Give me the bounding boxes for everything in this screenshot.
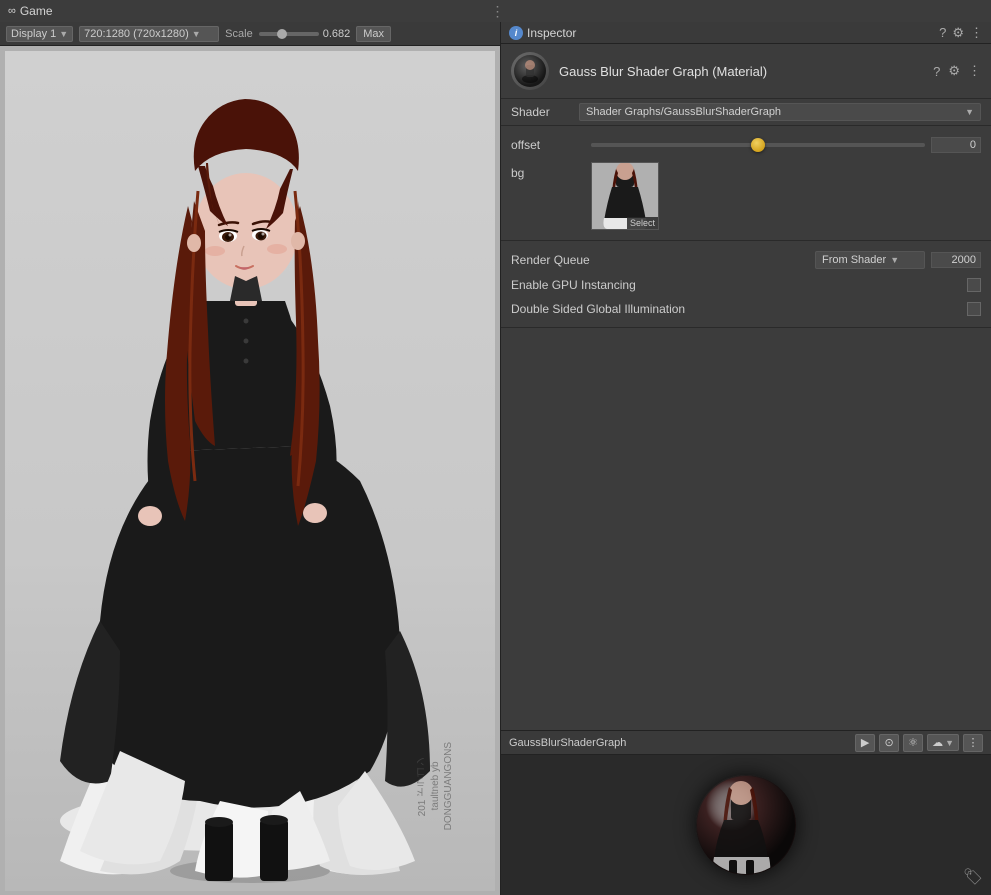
bottom-bar: GaussBlurShaderGraph ▶ ⊙ ⚛ ☁ ▼ ⋮: [501, 730, 991, 895]
double-sided-label: Double Sided Global Illumination: [511, 302, 967, 316]
shader-graph-mode-dropdown[interactable]: ☁ ▼: [927, 734, 959, 751]
inspector-help-button[interactable]: ?: [939, 25, 946, 40]
material-help-button[interactable]: ?: [933, 64, 940, 79]
inspector-spacer: [501, 328, 991, 730]
shader-graph-dropdown-chevron-icon: ▼: [945, 738, 954, 748]
watermark: 201 ドラゴン taultneb yb DONGGUANGONS: [416, 742, 455, 830]
render-queue-mode: From Shader: [822, 254, 886, 266]
shader-graph-play-button[interactable]: ▶: [855, 734, 875, 752]
render-settings: Render Queue From Shader ▼ 2000 Enable G…: [501, 241, 991, 328]
shader-dropdown[interactable]: Shader Graphs/GaussBlurShaderGraph ▼: [579, 103, 981, 121]
texture-select-label: Select: [627, 217, 658, 229]
display-dropdown[interactable]: Display 1 ▼: [6, 26, 73, 42]
render-queue-value-input[interactable]: 2000: [931, 252, 981, 268]
main-layout: Display 1 ▼ 720:1280 (720x1280) ▼ Scale …: [0, 22, 991, 895]
preview-sphere-svg: [696, 775, 796, 875]
game-icon: ∞: [8, 5, 16, 17]
double-sided-checkbox[interactable]: [967, 302, 981, 316]
offset-slider-knob[interactable]: [751, 138, 765, 152]
double-sided-row: Double Sided Global Illumination: [501, 297, 991, 321]
shader-graph-bar: GaussBlurShaderGraph ▶ ⊙ ⚛ ☁ ▼ ⋮: [501, 731, 991, 755]
offset-label: offset: [511, 138, 591, 152]
offset-row: offset 0: [501, 132, 991, 158]
inspector-title-area: i Inspector: [509, 26, 576, 40]
resolution-dropdown[interactable]: 720:1280 (720x1280) ▼: [79, 26, 219, 42]
shader-path-value: Shader Graphs/GaussBlurShaderGraph: [586, 106, 781, 118]
scale-value: 0.682: [323, 28, 351, 40]
material-icon: [511, 52, 549, 90]
display-chevron-icon: ▼: [59, 29, 68, 39]
max-button[interactable]: Max: [356, 26, 391, 42]
gpu-instancing-row: Enable GPU Instancing: [501, 273, 991, 297]
shader-label: Shader: [511, 105, 571, 119]
watermark-line3: DONGGUANGONS: [442, 742, 455, 830]
offset-slider-area: 0: [591, 137, 981, 153]
material-menu-button[interactable]: ⋮: [968, 63, 981, 79]
preview-sphere: [696, 775, 796, 875]
texture-preview[interactable]: Select: [591, 162, 659, 230]
preview-sphere-inner: [696, 775, 796, 875]
shader-graph-controls: ▶ ⊙ ⚛ ☁ ▼ ⋮: [855, 734, 983, 752]
scale-label: Scale: [225, 28, 253, 40]
render-queue-chevron-icon: ▼: [890, 255, 899, 265]
render-queue-row: Render Queue From Shader ▼ 2000: [501, 247, 991, 273]
offset-slider[interactable]: [591, 143, 925, 147]
render-queue-dropdown[interactable]: From Shader ▼: [815, 251, 925, 269]
gpu-instancing-checkbox[interactable]: [967, 278, 981, 292]
top-bar: ∞ Game ⋮: [0, 0, 991, 22]
character-illustration: [20, 61, 480, 891]
resolution-chevron-icon: ▼: [192, 29, 201, 39]
shader-chevron-icon: ▼: [965, 107, 974, 117]
game-panel: Display 1 ▼ 720:1280 (720x1280) ▼ Scale …: [0, 22, 500, 895]
offset-value-input[interactable]: 0: [931, 137, 981, 153]
game-viewport: 201 ドラゴン taultneb yb DONGGUANGONS: [0, 46, 500, 895]
scale-slider[interactable]: 0.682: [259, 28, 351, 40]
shader-graph-mode-icon: ☁: [932, 736, 943, 749]
shader-graph-circle-button[interactable]: ⊙: [879, 734, 899, 752]
inspector-controls: ? ⚙ ⋮: [939, 25, 983, 41]
bg-label: bg: [511, 162, 591, 180]
material-header: Gauss Blur Shader Graph (Material) ? ⚙ ⋮: [501, 44, 991, 99]
shader-graph-name: GaussBlurShaderGraph: [509, 737, 849, 749]
material-name: Gauss Blur Shader Graph (Material): [559, 64, 923, 79]
inspector-menu-button[interactable]: ⋮: [970, 25, 983, 41]
display-label: Display 1: [11, 28, 56, 40]
inspector-info-icon: i: [509, 26, 523, 40]
material-header-icons: ? ⚙ ⋮: [933, 63, 981, 79]
character-scene: 201 ドラゴン taultneb yb DONGGUANGONS: [5, 51, 495, 891]
scale-slider-track[interactable]: [259, 32, 319, 36]
bg-row: bg Select: [501, 158, 991, 234]
inspector-panel: i Inspector ? ⚙ ⋮: [500, 22, 991, 895]
preview-area: 🏷: [501, 755, 991, 895]
bottom-stamp-icon[interactable]: 🏷: [963, 867, 983, 887]
game-toolbar: Display 1 ▼ 720:1280 (720x1280) ▼ Scale …: [0, 22, 500, 46]
shader-graph-atom-button[interactable]: ⚛: [903, 734, 923, 752]
properties-area: offset 0 bg: [501, 126, 991, 241]
panel-dots-icon[interactable]: ⋮: [491, 3, 505, 20]
material-info: Gauss Blur Shader Graph (Material): [559, 64, 923, 79]
game-tab[interactable]: ∞ Game: [0, 0, 61, 22]
inspector-title-label: Inspector: [527, 26, 576, 40]
material-gear-button[interactable]: ⚙: [948, 63, 960, 79]
watermark-line1: 201 ドラゴン: [416, 742, 429, 830]
scale-slider-thumb[interactable]: [277, 29, 287, 39]
material-sphere-icon: [512, 53, 548, 89]
shader-graph-menu-button[interactable]: ⋮: [963, 734, 983, 752]
watermark-line2: taultneb yb: [429, 742, 442, 830]
gpu-instancing-label: Enable GPU Instancing: [511, 278, 967, 292]
render-queue-label: Render Queue: [511, 253, 815, 267]
shader-row: Shader Shader Graphs/GaussBlurShaderGrap…: [501, 99, 991, 126]
inspector-header: i Inspector ? ⚙ ⋮: [501, 22, 991, 44]
game-tab-label: Game: [20, 4, 53, 18]
resolution-label: 720:1280 (720x1280): [84, 28, 189, 40]
offset-slider-fill: [591, 143, 751, 147]
inspector-settings-button[interactable]: ⚙: [952, 25, 964, 41]
